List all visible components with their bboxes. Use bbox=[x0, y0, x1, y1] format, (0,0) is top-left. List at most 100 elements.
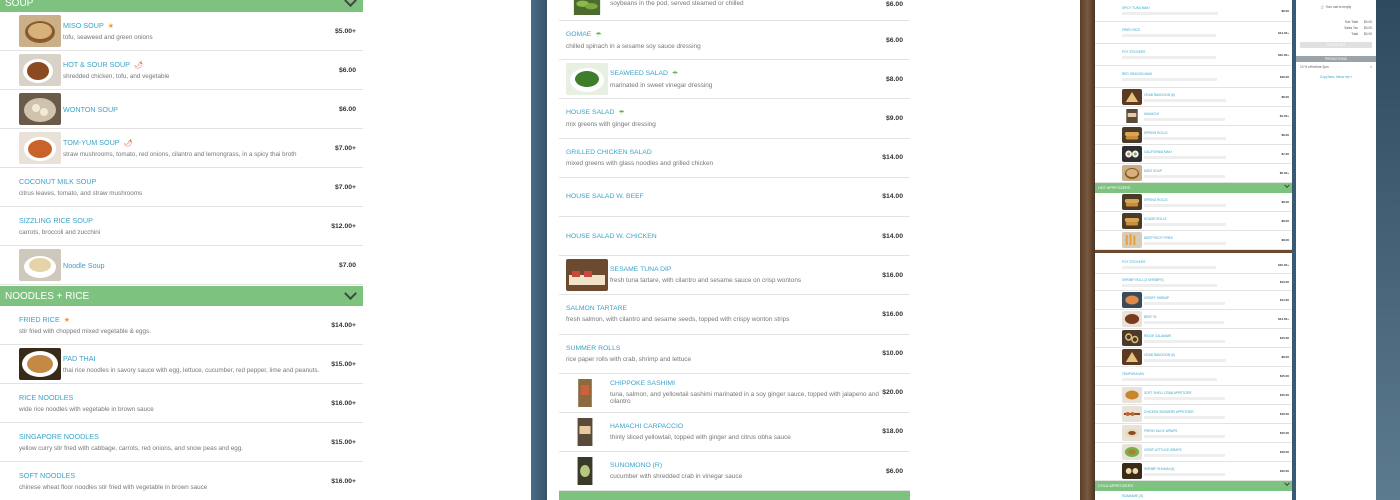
menu-item[interactable]: CHIPPOKE SASHIMI tuna, salmon, and yellow… bbox=[559, 374, 910, 413]
menu-item[interactable]: RIDGE CALAMARI $15.00 bbox=[1095, 329, 1292, 348]
item-name[interactable]: Noodle Soup bbox=[63, 261, 339, 270]
menu-item[interactable]: Noodle Soup $7.00 bbox=[0, 246, 363, 285]
item-name[interactable]: CHIPPOKE SASHIMI bbox=[610, 380, 882, 387]
chevron-down-icon[interactable] bbox=[1284, 480, 1290, 486]
item-name[interactable]: SOFT NOODLES bbox=[19, 471, 331, 480]
item-name[interactable]: SUMMER ROLLS bbox=[566, 345, 882, 352]
item-thumbnail[interactable] bbox=[1122, 292, 1142, 308]
item-name[interactable]: SHRIMP ROLL (3 SHRIMPS) bbox=[1122, 278, 1280, 282]
item-name[interactable]: SPRING ROLLS bbox=[1144, 131, 1281, 135]
menu-item[interactable]: GOMAE ☂ chilled spinach in a sesame soy sa… bbox=[559, 21, 910, 61]
item-name[interactable]: HOUSE SALAD ☂ bbox=[566, 109, 886, 117]
item-thumbnail[interactable] bbox=[1122, 444, 1142, 460]
item-name[interactable]: SALMON TARTARE bbox=[566, 305, 882, 312]
item-thumbnail[interactable] bbox=[1122, 349, 1142, 365]
item-thumbnail[interactable] bbox=[1122, 463, 1142, 479]
menu-item[interactable]: CALIFORNIA MAKI $7.00 bbox=[1095, 145, 1292, 164]
menu-item[interactable]: MISO SOUP ★ tofu, seaweed and green onions… bbox=[0, 12, 363, 51]
item-name[interactable]: CRAB RANGOON (6) bbox=[1144, 93, 1281, 97]
promo-row[interactable]: 10 % off before 2pm × bbox=[1296, 62, 1376, 72]
category-header-next[interactable] bbox=[559, 491, 910, 500]
menu-item[interactable]: POT STICKERS $10.00+ bbox=[1095, 44, 1292, 66]
item-name[interactable]: FRIED RICE bbox=[1122, 28, 1278, 32]
menu-item[interactable]: TEMPURA MIX $15.00 bbox=[1095, 367, 1292, 386]
close-icon[interactable]: × bbox=[1370, 65, 1372, 69]
menu-item[interactable]: SHRIMP ROLL (3 SHRIMPS) $13.00 bbox=[1095, 274, 1292, 291]
menu-item[interactable]: SHRIMP SHUMAI (6) $10.00 bbox=[1095, 462, 1292, 481]
item-name[interactable]: SOFT SHELL CRAB APPETIZER bbox=[1144, 391, 1280, 395]
item-name[interactable]: DEEP ROOT FRIES bbox=[1144, 236, 1281, 240]
item-name[interactable]: CRISP LETTUCE WRAPS bbox=[1144, 448, 1280, 452]
promo-link[interactable]: Copy item, follow me » bbox=[1296, 75, 1376, 79]
menu-item[interactable]: SOFT NOODLES chinese wheat floor noodles … bbox=[0, 462, 363, 500]
item-name[interactable]: RED DRAGON MAKI bbox=[1122, 72, 1280, 76]
menu-item[interactable]: SOFT SHELL CRAB APPETIZER $15.00 bbox=[1095, 386, 1292, 405]
item-thumbnail[interactable] bbox=[1122, 232, 1142, 248]
item-thumbnail[interactable] bbox=[19, 249, 61, 281]
menu-item[interactable]: WONTON SOUP $6.00 bbox=[0, 90, 363, 129]
item-name[interactable]: HOUSE ROLLS bbox=[1144, 217, 1281, 221]
menu-item[interactable]: SPRING ROLLS $8.00 bbox=[1095, 126, 1292, 145]
item-thumbnail[interactable] bbox=[1122, 311, 1142, 327]
category-header-cold-appetizers[interactable]: COLD APPETIZERS bbox=[1095, 480, 1292, 491]
item-thumbnail[interactable] bbox=[1122, 89, 1142, 105]
menu-item-edamame[interactable]: soybeans in the pod, served steamed or c… bbox=[559, 0, 910, 21]
item-name[interactable]: HAMACHI CARPACCIO bbox=[610, 423, 882, 430]
category-header-hot-appetizers[interactable]: HOT APPETIZERS bbox=[1095, 182, 1292, 193]
item-thumbnail[interactable] bbox=[1122, 330, 1142, 346]
item-name[interactable]: TEMPURA MIX bbox=[1122, 372, 1280, 376]
item-name[interactable]: HOUSE SALAD W. CHICKEN bbox=[566, 233, 882, 240]
item-thumbnail[interactable] bbox=[19, 93, 61, 125]
menu-item[interactable]: PAD THAI thai rice noodles in savory sauc… bbox=[0, 345, 363, 384]
menu-item[interactable]: CHICKEN SKEWERS APPETIZER $16.00 bbox=[1095, 405, 1292, 424]
item-thumbnail[interactable] bbox=[566, 259, 608, 292]
chevron-down-icon[interactable] bbox=[344, 0, 357, 7]
item-name[interactable]: CRISPY SHRIMP bbox=[1144, 296, 1280, 300]
menu-item[interactable]: HOT & SOUR SOUP 🌶 shredded chicken, tofu, … bbox=[0, 51, 363, 90]
chevron-down-icon[interactable] bbox=[1284, 182, 1290, 188]
item-thumbnail[interactable] bbox=[1122, 165, 1142, 181]
menu-item[interactable]: GRILLED CHICKEN SALAD mixed greens with g… bbox=[559, 139, 910, 178]
item-name[interactable]: SUNOMONO (R) bbox=[610, 462, 886, 469]
item-name[interactable]: SPRING ROLLS bbox=[1144, 198, 1281, 202]
item-thumbnail[interactable] bbox=[572, 455, 598, 488]
menu-item[interactable]: SEAWEED SALAD ☂ marinated in sweet vinegar… bbox=[559, 60, 910, 100]
item-name[interactable]: SIZZLING RICE SOUP bbox=[19, 216, 331, 225]
menu-item[interactable]: HAMACHI $4.00+ bbox=[1095, 107, 1292, 126]
item-name[interactable]: GOMAE ☂ bbox=[566, 31, 886, 39]
menu-item[interactable]: SIZZLING RICE SOUP carrots, broccoli and … bbox=[0, 207, 363, 246]
item-name[interactable]: BEEF 91 bbox=[1144, 315, 1278, 319]
item-name[interactable]: POT STICKERS bbox=[1122, 260, 1278, 264]
item-name[interactable]: CALIFORNIA MAKI bbox=[1144, 150, 1281, 154]
item-name[interactable]: SINGAPORE NOODLES bbox=[19, 432, 331, 441]
item-thumbnail[interactable] bbox=[19, 15, 61, 47]
menu-item[interactable]: HOUSE SALAD W. BEEF $14.00 bbox=[559, 178, 910, 217]
menu-item[interactable]: HOUSE ROLLS $8.00 bbox=[1095, 212, 1292, 231]
menu-item[interactable]: DEEP ROOT FRIES $8.00 bbox=[1095, 231, 1292, 250]
menu-item[interactable]: BEEF 91 $14.00+ bbox=[1095, 310, 1292, 329]
checkout-button[interactable]: CHECK OUT bbox=[1300, 42, 1372, 48]
chevron-down-icon[interactable] bbox=[344, 286, 357, 300]
menu-item[interactable]: SINGAPORE NOODLES yellow curry stir fried… bbox=[0, 423, 363, 462]
menu-item[interactable]: FRIED RICE $14.00+ bbox=[1095, 22, 1292, 44]
menu-item[interactable]: CRISPY SHRIMP $14.00 bbox=[1095, 291, 1292, 310]
menu-item[interactable]: CRISP LETTUCE WRAPS $16.00 bbox=[1095, 443, 1292, 462]
item-name[interactable]: FRESH DUCK WRAPS bbox=[1144, 429, 1280, 433]
item-name[interactable]: FRIED RICE ★ bbox=[19, 315, 331, 324]
item-name[interactable]: CRAB RANGOON (6) bbox=[1144, 353, 1281, 357]
item-name[interactable]: SESAME TUNA DIP bbox=[610, 266, 882, 273]
item-name[interactable]: MISO SOUP ★ bbox=[63, 21, 335, 30]
item-name[interactable]: SEAWEED SALAD ☂ bbox=[610, 70, 886, 78]
item-thumbnail[interactable] bbox=[19, 348, 61, 380]
item-name[interactable]: GRILLED CHICKEN SALAD bbox=[566, 149, 882, 156]
menu-item[interactable]: FRESH DUCK WRAPS $15.00 bbox=[1095, 424, 1292, 443]
item-thumbnail[interactable] bbox=[1122, 406, 1142, 422]
menu-item[interactable]: CRAB RANGOON (6) $8.00 bbox=[1095, 348, 1292, 367]
item-name[interactable]: RIDGE CALAMARI bbox=[1144, 334, 1280, 338]
category-header-soup[interactable]: SOUP bbox=[0, 0, 363, 12]
menu-item[interactable]: SPICY TUNA MAKI $8.00 bbox=[1095, 0, 1292, 22]
menu-item[interactable]: SUMMER ROLLS rice paper rolls with crab, … bbox=[559, 335, 910, 374]
item-thumbnail[interactable] bbox=[572, 415, 598, 448]
menu-item[interactable]: HOUSE SALAD W. CHICKEN $14.00 bbox=[559, 217, 910, 257]
item-name[interactable]: CHICKEN SKEWERS APPETIZER bbox=[1144, 410, 1280, 414]
